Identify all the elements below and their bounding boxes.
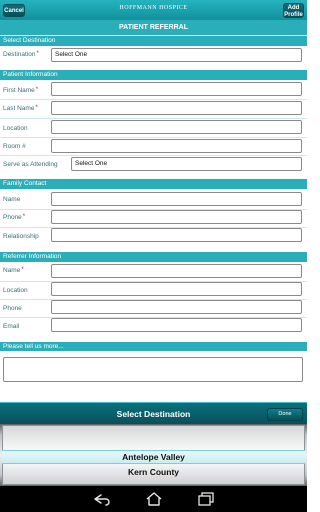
app-window: Cancel HOFFMANN HOSPICE Add Profile PATI… <box>0 0 307 512</box>
picker-option[interactable]: Kern County <box>0 467 307 477</box>
referrer-phone-label: Phone <box>3 305 22 312</box>
required-marker: * <box>21 267 24 273</box>
destination-label: Destination* <box>3 51 39 58</box>
referrer-email-row: Email <box>0 318 307 336</box>
family-phone-row: Phone* <box>0 210 307 228</box>
relationship-label: Relationship <box>3 233 39 240</box>
family-phone-label: Phone* <box>3 214 26 221</box>
system-nav-bar <box>0 486 307 512</box>
room-label: Room # <box>3 143 26 150</box>
location-input[interactable] <box>51 120 302 134</box>
room-input[interactable] <box>51 139 302 153</box>
recent-apps-icon[interactable] <box>196 492 216 506</box>
divider <box>0 155 307 156</box>
first-name-row: First Name* <box>0 82 307 100</box>
top-bar: Cancel HOFFMANN HOSPICE Add Profile <box>0 0 307 20</box>
location-row: Location <box>0 120 307 138</box>
family-name-label: Name <box>3 196 21 203</box>
section-header-family: Family Contact <box>0 179 307 189</box>
divider <box>0 118 307 119</box>
family-phone-input[interactable] <box>51 210 302 224</box>
serve-attending-select[interactable]: Select One <box>71 157 302 171</box>
referrer-phone-row: Phone <box>0 300 307 318</box>
referrer-location-label: Location <box>3 287 28 294</box>
page-title: PATIENT REFERRAL <box>0 20 307 35</box>
section-header-referrer: Referrer Information <box>0 252 307 262</box>
referrer-location-row: Location <box>0 282 307 300</box>
relationship-row: Relationship <box>0 228 307 246</box>
required-marker: * <box>22 214 26 220</box>
required-marker: * <box>35 105 38 111</box>
referrer-email-input[interactable] <box>51 318 302 332</box>
tell-us-more-textarea[interactable] <box>3 357 303 382</box>
serve-attending-label: Serve as Attending <box>3 161 58 168</box>
required-marker: * <box>36 51 39 57</box>
home-icon[interactable] <box>144 492 164 506</box>
relationship-input[interactable] <box>51 228 302 242</box>
destination-select[interactable]: Select One <box>51 48 302 62</box>
referrer-phone-input[interactable] <box>51 300 302 314</box>
add-profile-button[interactable]: Add Profile <box>283 3 304 18</box>
section-header-patient: Patient Information <box>0 70 307 80</box>
first-name-input[interactable] <box>51 82 302 96</box>
serve-attending-row: Serve as Attending Select One <box>0 157 307 174</box>
divider <box>0 99 307 100</box>
referrer-name-row: Name* <box>0 264 307 282</box>
divider <box>0 137 307 138</box>
referrer-name-input[interactable] <box>51 264 302 278</box>
last-name-input[interactable] <box>51 101 302 115</box>
first-name-label: First Name* <box>3 87 39 94</box>
referrer-location-input[interactable] <box>51 282 302 296</box>
location-label: Location <box>3 125 28 132</box>
destination-row: Destination* Select One <box>0 47 307 63</box>
last-name-label: Last Name* <box>3 105 38 112</box>
family-name-row: Name <box>0 192 307 210</box>
picker-title: Select Destination <box>116 409 191 419</box>
picker-option[interactable]: Antelope Valley <box>0 452 307 462</box>
brand-logo-text: HOFFMANN HOSPICE <box>119 5 188 11</box>
picker-toolbar: Select Destination Done <box>0 402 307 424</box>
referrer-name-label: Name* <box>3 267 24 274</box>
last-name-row: Last Name* <box>0 101 307 119</box>
required-marker: * <box>35 87 39 93</box>
back-icon[interactable] <box>92 492 112 506</box>
section-header-destination: Select Destination <box>0 36 307 46</box>
section-header-tell-us: Please tell us more... <box>0 342 307 351</box>
referrer-email-label: Email <box>3 323 20 330</box>
family-name-input[interactable] <box>51 192 302 206</box>
done-button[interactable]: Done <box>267 408 303 421</box>
